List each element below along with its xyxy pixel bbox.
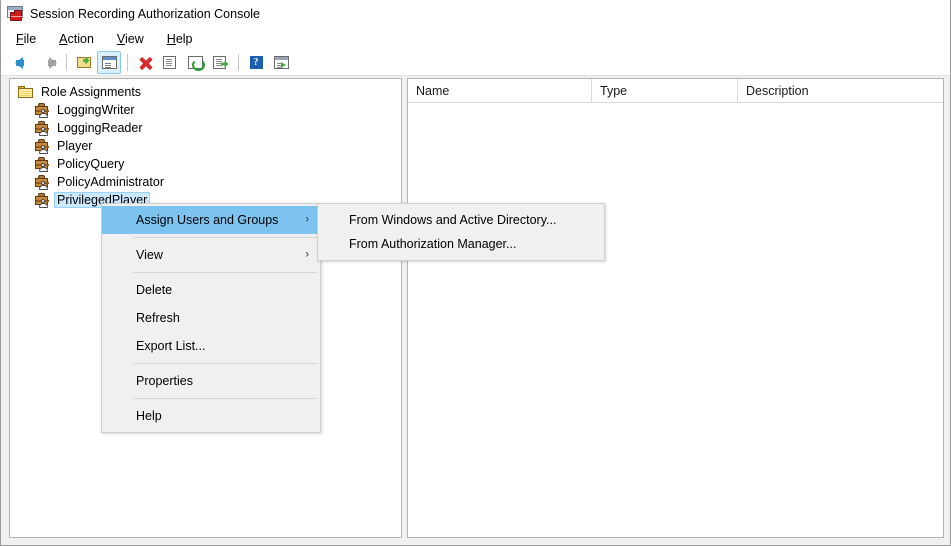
- arrow-left-icon: [15, 55, 32, 71]
- console-tree-icon: [101, 55, 118, 71]
- window-title: Session Recording Authorization Console: [30, 7, 260, 21]
- tree-node-label: Player: [55, 139, 94, 153]
- arrow-right-icon: [40, 55, 57, 71]
- menu-file[interactable]: File: [13, 30, 46, 48]
- context-menu-item-assign-users-and-groups[interactable]: Assign Users and Groups ›: [102, 206, 320, 234]
- menu-bar: File Action View Help: [1, 28, 951, 50]
- toolbar-separator-2: [127, 54, 128, 71]
- title-bar: Session Recording Authorization Console: [1, 0, 951, 28]
- context-menu-item-help[interactable]: Help: [102, 402, 320, 430]
- new-window-icon: [273, 55, 290, 71]
- folder-up-icon: [76, 55, 93, 71]
- role-icon: [34, 103, 50, 118]
- application-window: Session Recording Authorization Console …: [0, 0, 951, 546]
- new-window-button[interactable]: [269, 51, 293, 74]
- context-menu-item-label: Properties: [136, 374, 193, 388]
- submenu-item-from-windows-and-active-directory[interactable]: From Windows and Active Directory...: [318, 208, 604, 232]
- back-button[interactable]: [11, 51, 35, 74]
- context-menu-separator: [133, 237, 317, 238]
- context-menu: Assign Users and Groups › View › Delete …: [101, 203, 321, 433]
- toolbar: ?: [1, 50, 951, 76]
- refresh-button[interactable]: [183, 51, 207, 74]
- tree-node-label: LoggingWriter: [55, 103, 137, 117]
- mmc-console-icon: [7, 6, 23, 22]
- export-list-icon: [212, 55, 229, 71]
- help-question-icon: ?: [248, 55, 265, 71]
- assign-users-submenu: From Windows and Active Directory... Fro…: [317, 203, 605, 261]
- tree-node-player[interactable]: Player: [10, 137, 401, 155]
- context-menu-separator: [133, 363, 317, 364]
- submenu-item-label: From Windows and Active Directory...: [349, 213, 556, 227]
- chevron-right-icon: ›: [305, 215, 309, 226]
- tree-node-policyquery[interactable]: PolicyQuery: [10, 155, 401, 173]
- context-menu-item-label: Refresh: [136, 311, 180, 325]
- list-view-header: Name Type Description: [408, 79, 943, 103]
- tree-node-label: PolicyQuery: [55, 157, 126, 171]
- column-header-description[interactable]: Description: [738, 79, 943, 103]
- tree-node-label: Role Assignments: [39, 85, 143, 99]
- column-header-name[interactable]: Name: [408, 79, 592, 103]
- folder-icon: [18, 85, 34, 99]
- up-one-level-button[interactable]: [72, 51, 96, 74]
- tree-node-policyadministrator[interactable]: PolicyAdministrator: [10, 173, 401, 191]
- tree-node-loggingreader[interactable]: LoggingReader: [10, 119, 401, 137]
- submenu-item-from-authorization-manager[interactable]: From Authorization Manager...: [318, 232, 604, 256]
- chevron-right-icon: ›: [305, 250, 309, 261]
- tree-node-role-assignments[interactable]: Role Assignments: [10, 83, 401, 101]
- context-menu-item-view[interactable]: View ›: [102, 241, 320, 269]
- help-button[interactable]: ?: [244, 51, 268, 74]
- export-list-button[interactable]: [208, 51, 232, 74]
- forward-button[interactable]: [36, 51, 60, 74]
- toolbar-separator-3: [238, 54, 239, 71]
- context-menu-item-refresh[interactable]: Refresh: [102, 304, 320, 332]
- column-header-type[interactable]: Type: [592, 79, 738, 103]
- context-menu-item-delete[interactable]: Delete: [102, 276, 320, 304]
- tree-node-label: LoggingReader: [55, 121, 145, 135]
- context-menu-item-label: Delete: [136, 283, 172, 297]
- properties-button[interactable]: [158, 51, 182, 74]
- context-menu-separator: [133, 272, 317, 273]
- role-icon: [34, 139, 50, 154]
- toolbar-separator-1: [66, 54, 67, 71]
- context-menu-item-label: View: [136, 248, 163, 262]
- properties-icon: [162, 55, 179, 71]
- role-icon: [34, 157, 50, 172]
- role-icon: [34, 193, 50, 208]
- results-pane: Name Type Description: [407, 78, 944, 538]
- tree-node-label: PolicyAdministrator: [55, 175, 166, 189]
- context-menu-item-properties[interactable]: Properties: [102, 367, 320, 395]
- red-x-icon: [137, 55, 154, 71]
- submenu-item-label: From Authorization Manager...: [349, 237, 516, 251]
- delete-button[interactable]: [133, 51, 157, 74]
- menu-help[interactable]: Help: [164, 30, 203, 48]
- menu-view[interactable]: View: [114, 30, 154, 48]
- role-icon: [34, 175, 50, 190]
- role-icon: [34, 121, 50, 136]
- tree-node-loggingwriter[interactable]: LoggingWriter: [10, 101, 401, 119]
- context-menu-item-label: Help: [136, 409, 162, 423]
- menu-action[interactable]: Action: [56, 30, 104, 48]
- context-menu-separator: [133, 398, 317, 399]
- context-menu-item-export-list[interactable]: Export List...: [102, 332, 320, 360]
- context-menu-item-label: Export List...: [136, 339, 205, 353]
- tree-view: Role Assignments LoggingWriter LoggingRe…: [10, 79, 401, 209]
- refresh-icon: [187, 55, 204, 71]
- show-hide-tree-button[interactable]: [97, 51, 121, 74]
- context-menu-item-label: Assign Users and Groups: [136, 213, 278, 227]
